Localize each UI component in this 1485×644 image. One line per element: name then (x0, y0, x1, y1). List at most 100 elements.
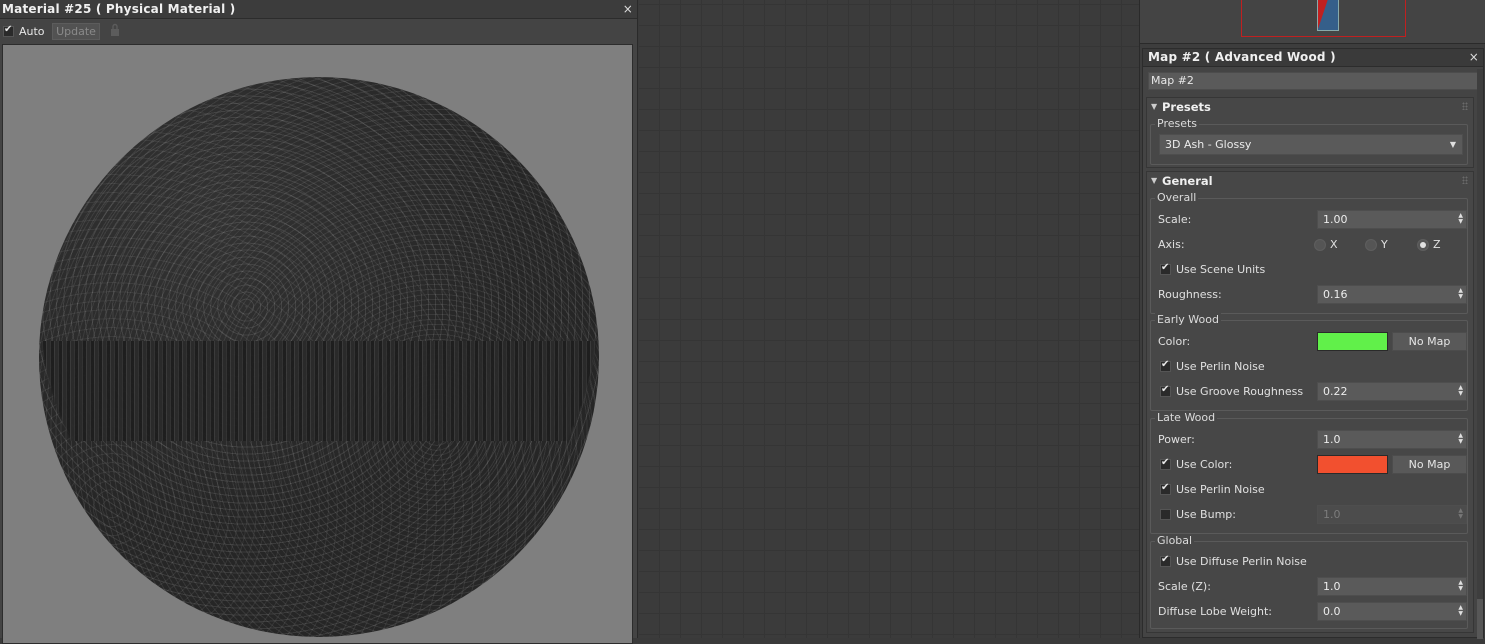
presets-rollout: ▼ Presets Presets 3D Ash - Glossy ▼ (1146, 97, 1474, 168)
update-button[interactable]: Update (52, 23, 100, 40)
early-color-label: Color: (1158, 335, 1191, 348)
presets-selected: 3D Ash - Glossy (1165, 138, 1252, 151)
roughness-spinner[interactable]: 0.16 ▲ ▼ (1317, 285, 1467, 304)
late-use-color-checkbox[interactable] (1160, 457, 1171, 470)
spinner-arrows-icon[interactable]: ▲ ▼ (1458, 433, 1463, 445)
axis-x-label: X (1330, 238, 1338, 251)
diffuse-lobe-label: Diffuse Lobe Weight: (1158, 605, 1273, 618)
preview-toolbar: Auto Update (0, 19, 637, 44)
parameter-editor: Map #2 ( Advanced Wood ) × Map #2 ▼ Pres… (1142, 48, 1484, 639)
diffuse-lobe-spinner[interactable]: 0.0 ▲ ▼ (1317, 602, 1467, 621)
axis-label: Axis: (1158, 238, 1185, 251)
preview-sphere-band (39, 341, 599, 441)
overall-group: Overall Scale: 1.00 ▲ ▼ Axis: X Y Z ✔ Us… (1150, 191, 1468, 314)
node-graph-view[interactable] (639, 0, 1139, 638)
scrollbar-thumb[interactable] (1477, 599, 1483, 639)
auto-checkbox[interactable] (3, 24, 14, 37)
scale-z-value: 1.0 (1323, 580, 1341, 593)
early-no-map-button[interactable]: No Map (1392, 332, 1467, 351)
early-color-swatch[interactable] (1317, 332, 1388, 351)
radio-z[interactable] (1417, 239, 1429, 251)
general-rollout: ▼ General Overall Scale: 1.00 ▲ ▼ Axis: X (1146, 171, 1474, 633)
grip-icon[interactable] (1462, 102, 1468, 110)
overall-group-label: Overall (1155, 191, 1199, 205)
axis-x-radio[interactable]: X (1314, 238, 1350, 252)
power-spinner[interactable]: 1.0 ▲ ▼ (1317, 430, 1467, 449)
spinner-arrows-icon[interactable]: ▲ ▼ (1458, 580, 1463, 592)
groove-roughness-value: 0.22 (1323, 385, 1348, 398)
groove-roughness-spinner[interactable]: 0.22 ▲ ▼ (1317, 382, 1467, 401)
presets-group-label: Presets (1155, 117, 1200, 131)
roughness-label: Roughness: (1158, 288, 1222, 301)
early-perlin-checkbox[interactable] (1160, 359, 1171, 372)
dropdown-arrow-icon: ▼ (1449, 140, 1456, 149)
params-close-button[interactable]: × (1469, 49, 1479, 66)
axis-y-label: Y (1381, 238, 1388, 251)
power-value: 1.0 (1323, 433, 1341, 446)
diffuse-perlin-label: Use Diffuse Perlin Noise (1176, 555, 1307, 568)
axis-y-radio[interactable]: Y (1365, 238, 1401, 252)
map-name-field[interactable]: Map #2 (1148, 72, 1479, 90)
auto-label: Auto (19, 25, 45, 38)
navigator-view[interactable] (1140, 0, 1485, 44)
collapse-triangle-icon: ▼ (1151, 176, 1158, 185)
diffuse-perlin-checkbox[interactable] (1160, 554, 1171, 567)
axis-z-radio[interactable]: Z (1417, 238, 1453, 252)
early-wood-group: Early Wood Color: No Map Use Perlin Nois… (1150, 313, 1468, 411)
presets-group: Presets 3D Ash - Glossy ▼ (1150, 117, 1468, 165)
scale-spinner[interactable]: 1.00 ▲ ▼ (1317, 210, 1467, 229)
groove-roughness-label: Use Groove Roughness (1176, 385, 1304, 398)
global-group: Global Use Diffuse Perlin Noise Scale (Z… (1150, 534, 1468, 629)
material-preview-window: Material #25 ( Physical Material ) × Aut… (0, 0, 638, 644)
preview-title: Material #25 ( Physical Material ) (2, 2, 236, 16)
late-wood-group: Late Wood Power: 1.0 ▲▼ Use Color: No Ma… (1150, 411, 1468, 534)
preview-title-bar[interactable]: Material #25 ( Physical Material ) × (0, 0, 637, 19)
presets-heading: Presets (1162, 100, 1211, 114)
diffuse-lobe-value: 0.0 (1323, 605, 1341, 618)
scale-z-label: Scale (Z): (1158, 580, 1211, 593)
collapse-triangle-icon: ▼ (1151, 102, 1158, 111)
global-label: Global (1155, 534, 1195, 548)
groove-roughness-checkbox[interactable] (1160, 384, 1171, 397)
use-bump-checkbox[interactable] (1160, 509, 1171, 520)
scale-z-spinner[interactable]: 1.0 ▲ ▼ (1317, 577, 1467, 596)
late-perlin-label: Use Perlin Noise (1176, 483, 1265, 496)
radio-x[interactable] (1314, 239, 1326, 251)
spinner-arrows-icon[interactable]: ▲ ▼ (1458, 213, 1463, 225)
axis-z-label: Z (1433, 238, 1441, 251)
roughness-value: 0.16 (1323, 288, 1348, 301)
params-title: Map #2 ( Advanced Wood ) (1148, 50, 1336, 64)
late-color-swatch[interactable] (1317, 455, 1388, 474)
late-no-map-button[interactable]: No Map (1392, 455, 1467, 474)
early-wood-label: Early Wood (1155, 313, 1221, 327)
spinner-arrows-icon[interactable]: ▲ ▼ (1458, 605, 1463, 617)
scale-label: Scale: (1158, 213, 1192, 226)
use-bump-label: Use Bump: (1176, 508, 1236, 521)
params-scrollbar[interactable] (1477, 69, 1483, 639)
lock-icon[interactable] (110, 23, 120, 37)
bump-spinner: 1.0 ▲ ▼ (1317, 505, 1467, 524)
late-use-color-label: Use Color: (1176, 458, 1233, 471)
late-perlin-checkbox[interactable] (1160, 482, 1171, 495)
use-scene-units-label: Use Scene Units (1176, 263, 1266, 276)
preview-close-button[interactable]: × (623, 0, 633, 18)
late-wood-label: Late Wood (1155, 411, 1218, 425)
bump-value: 1.0 (1323, 508, 1341, 521)
material-preview-viewport[interactable] (2, 44, 633, 644)
navigator-node (1317, 0, 1339, 31)
spinner-arrows-icon[interactable]: ▲ ▼ (1458, 288, 1463, 300)
scale-value: 1.00 (1323, 213, 1348, 226)
grip-icon[interactable] (1462, 176, 1468, 184)
params-title-bar[interactable]: Map #2 ( Advanced Wood ) × (1143, 49, 1483, 67)
radio-y[interactable] (1365, 239, 1377, 251)
use-scene-units-checkbox[interactable] (1160, 262, 1171, 275)
early-perlin-label: Use Perlin Noise (1176, 360, 1265, 373)
presets-dropdown[interactable]: 3D Ash - Glossy ▼ (1159, 134, 1463, 155)
spinner-arrows-icon: ▲ ▼ (1458, 507, 1463, 520)
right-panel: Map #2 ( Advanced Wood ) × Map #2 ▼ Pres… (1139, 0, 1485, 639)
general-heading: General (1162, 174, 1213, 188)
power-label: Power: (1158, 433, 1195, 446)
spinner-arrows-icon[interactable]: ▲ ▼ (1458, 385, 1463, 397)
general-rollout-header[interactable]: ▼ General (1147, 172, 1473, 190)
presets-rollout-header[interactable]: ▼ Presets (1147, 98, 1473, 116)
